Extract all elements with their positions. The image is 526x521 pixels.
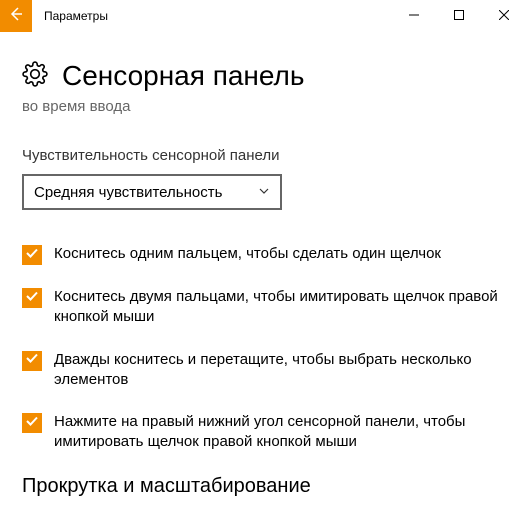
checkbox-list: Коснитесь одним пальцем, чтобы сделать о… xyxy=(22,244,504,453)
section-scroll-zoom: Прокрутка и масштабирование xyxy=(22,475,504,498)
checkbox-row: Дважды коснитесь и перетащите, чтобы выб… xyxy=(22,350,504,391)
minimize-icon xyxy=(409,7,419,25)
close-button[interactable] xyxy=(481,0,526,32)
checkbox-label: Коснитесь двумя пальцами, чтобы имитиров… xyxy=(54,287,504,328)
check-icon xyxy=(25,414,39,433)
checkbox-label: Коснитесь одним пальцем, чтобы сделать о… xyxy=(54,244,441,264)
sensitivity-label: Чувствительность сенсорной панели xyxy=(22,147,504,164)
checkbox-row: Коснитесь двумя пальцами, чтобы имитиров… xyxy=(22,287,504,328)
check-icon xyxy=(25,351,39,370)
check-icon xyxy=(25,246,39,265)
maximize-button[interactable] xyxy=(436,0,481,32)
window-title: Параметры xyxy=(32,0,391,32)
titlebar: Параметры xyxy=(0,0,526,32)
checkbox-corner-right-click[interactable] xyxy=(22,413,42,433)
content-area: Сенсорная панель во время ввода Чувствит… xyxy=(0,32,526,498)
minimize-button[interactable] xyxy=(391,0,436,32)
checkbox-row: Коснитесь одним пальцем, чтобы сделать о… xyxy=(22,244,504,265)
checkbox-double-tap-drag[interactable] xyxy=(22,351,42,371)
checkbox-label: Нажмите на правый нижний угол сенсорной … xyxy=(54,412,504,453)
sensitivity-dropdown[interactable]: Средняя чувствительность xyxy=(22,174,282,210)
chevron-down-icon xyxy=(258,184,270,201)
close-icon xyxy=(499,7,509,25)
check-icon xyxy=(25,289,39,308)
arrow-left-icon xyxy=(8,6,24,27)
page-header: Сенсорная панель xyxy=(22,60,504,92)
checkbox-row: Нажмите на правый нижний угол сенсорной … xyxy=(22,412,504,453)
page-title: Сенсорная панель xyxy=(62,60,304,92)
page-subtitle: во время ввода xyxy=(22,98,504,115)
back-button[interactable] xyxy=(0,0,32,32)
checkbox-tap-two-finger[interactable] xyxy=(22,288,42,308)
maximize-icon xyxy=(454,7,464,25)
checkbox-tap-single[interactable] xyxy=(22,245,42,265)
checkbox-label: Дважды коснитесь и перетащите, чтобы выб… xyxy=(54,350,504,391)
dropdown-value: Средняя чувствительность xyxy=(34,184,222,201)
gear-icon xyxy=(22,61,48,92)
window-controls xyxy=(391,0,526,32)
